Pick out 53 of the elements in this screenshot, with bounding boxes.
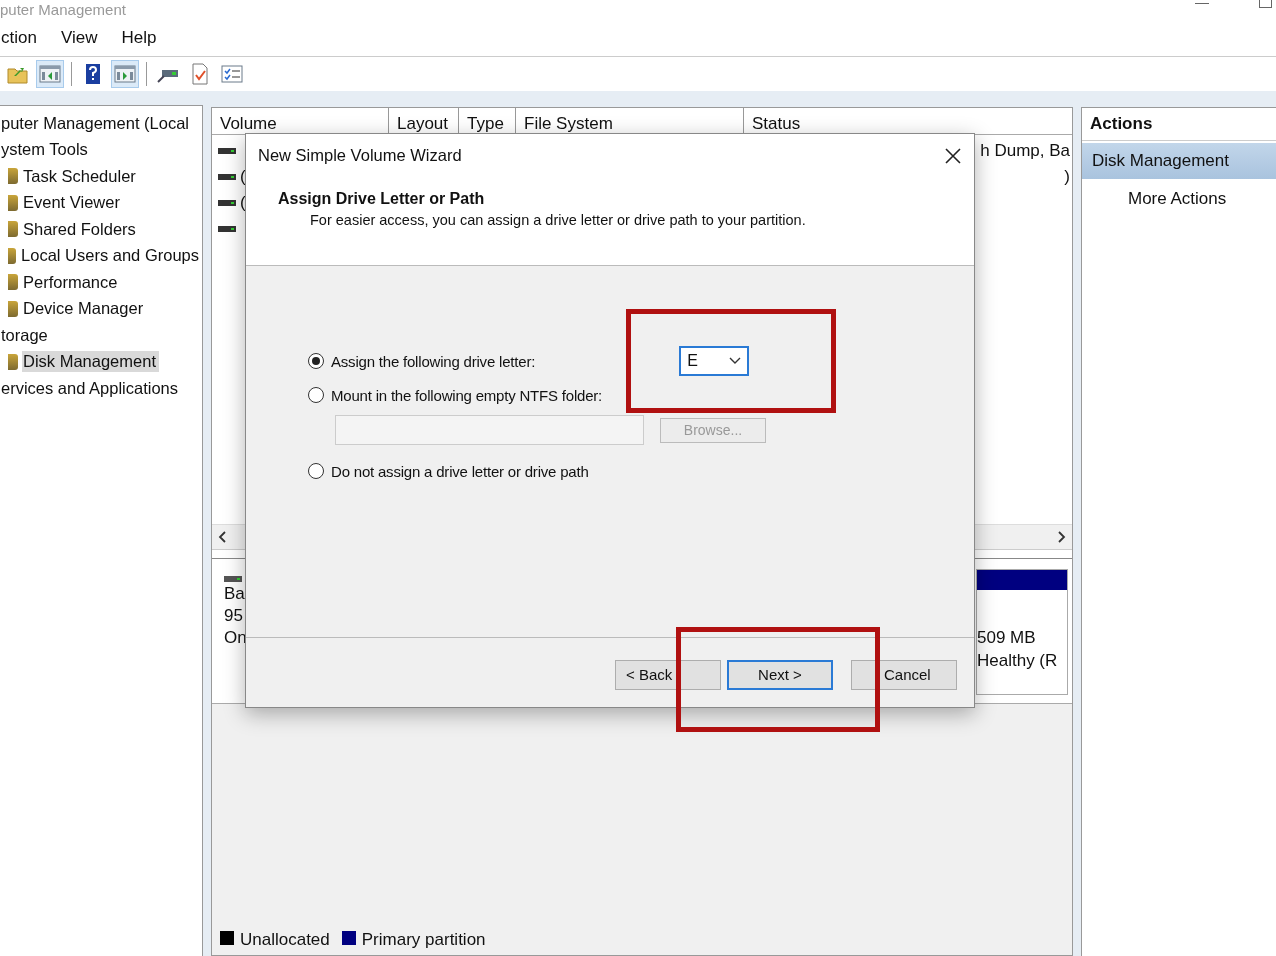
tree-item[interactable]: Performance (22, 271, 121, 293)
legend-label: Unallocated (240, 931, 330, 949)
tree-item[interactable]: ervices and Applications (0, 377, 182, 399)
option-label[interactable]: Mount in the following empty NTFS folder: (331, 386, 603, 404)
action-item[interactable]: More Actions (1082, 181, 1276, 217)
table-cell: ( (240, 193, 246, 213)
option-label[interactable]: Assign the following drive letter: (331, 352, 536, 370)
step-description: For easier access, you can assign a drive letter or drive path to your partition. (310, 212, 807, 228)
legend-label: Primary partition (361, 931, 486, 949)
column-header[interactable]: Status (744, 108, 1072, 134)
tree-item[interactable]: ystem Tools (0, 139, 91, 161)
drive-letter-dropdown[interactable]: E (679, 346, 750, 376)
table-cell-text: h Dump, Ba (980, 141, 1071, 161)
drive-icon (218, 225, 236, 233)
disk-label-text: Ba (224, 583, 246, 605)
tree-item[interactable]: Shared Folders (22, 218, 139, 240)
table-cell-text: ) (1064, 167, 1071, 187)
menu-item[interactable]: Help (120, 28, 158, 48)
maximize-button[interactable] (1259, 0, 1272, 8)
dialog-title: New Simple Volume Wizard (258, 146, 462, 165)
tree-item[interactable]: Task Scheduler (22, 165, 139, 187)
tree-item[interactable]: Event Viewer (22, 192, 123, 214)
action-item[interactable]: Disk Management (1082, 143, 1276, 179)
drive-icon (224, 575, 242, 583)
disk-label-text: 95 (224, 605, 244, 627)
drive-icon (218, 147, 236, 155)
next-button[interactable]: Next > (727, 659, 833, 690)
drive-icon (218, 199, 236, 207)
option-label[interactable]: Do not assign a drive letter or drive path (331, 462, 589, 480)
pane-icon[interactable] (36, 60, 64, 88)
drive-icon (218, 173, 236, 181)
actions-header: Actions (1082, 108, 1276, 141)
cancel-button[interactable]: Cancel (851, 659, 957, 690)
tree-item[interactable]: Disk Management (22, 351, 159, 373)
radio-button[interactable] (308, 387, 324, 403)
partition-size: 509 MB (977, 627, 1037, 649)
folder-path-field[interactable] (335, 415, 644, 445)
tree-item[interactable]: Local Users and Groups (20, 245, 202, 267)
radio-button[interactable] (308, 353, 324, 369)
tree-item[interactable]: torage (0, 324, 51, 346)
table-cell: ( (240, 167, 246, 187)
menu-item[interactable]: ction (0, 28, 38, 48)
menu-item[interactable]: View (59, 28, 99, 48)
back-button[interactable]: < Back (615, 659, 721, 690)
partition-status: Healthy (R (977, 650, 1059, 672)
partition-block[interactable]: 509 MB Healthy (R (976, 569, 1068, 695)
tree-item[interactable]: puter Management (Local (0, 112, 193, 134)
close-icon[interactable] (944, 146, 962, 165)
chevron-down-icon (729, 357, 742, 365)
tree-item[interactable]: Device Manager (22, 298, 147, 320)
window-title: puter Management (0, 1, 126, 18)
radio-button[interactable] (308, 463, 324, 479)
step-heading: Assign Drive Letter or Path (278, 190, 486, 208)
